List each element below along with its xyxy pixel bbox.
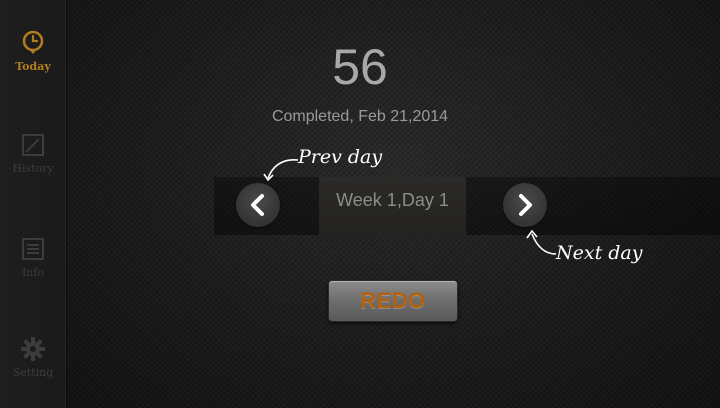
completion-status: Completed, Feb 21,2014 xyxy=(271,108,449,125)
next-day-button[interactable] xyxy=(503,183,547,227)
completed-count: 56 xyxy=(332,39,388,95)
chevron-right-icon xyxy=(519,194,532,216)
day-navigator xyxy=(214,177,720,235)
sidebar-item-history[interactable]: History xyxy=(0,132,66,202)
sidebar-item-info[interactable]: Info xyxy=(0,236,66,306)
annotation-arrow-icon xyxy=(263,159,299,182)
sidebar-item-setting[interactable]: Setting xyxy=(0,336,66,406)
info-icon xyxy=(22,238,44,260)
redo-button[interactable]: REDO xyxy=(328,280,458,322)
day-label: Week 1,Day 1 xyxy=(336,190,449,210)
chevron-left-icon xyxy=(251,194,264,216)
sidebar-item-label: Info xyxy=(21,266,45,279)
prev-day-button[interactable] xyxy=(236,183,280,227)
sidebar-item-label: History xyxy=(12,162,54,175)
prev-day-annotation: Prev day xyxy=(298,146,383,168)
annotation-arrow-icon xyxy=(526,229,557,255)
sidebar-item-label: Setting xyxy=(12,366,54,379)
history-icon xyxy=(22,134,44,156)
next-day-annotation: Next day xyxy=(556,242,643,264)
gear-icon xyxy=(21,337,45,361)
